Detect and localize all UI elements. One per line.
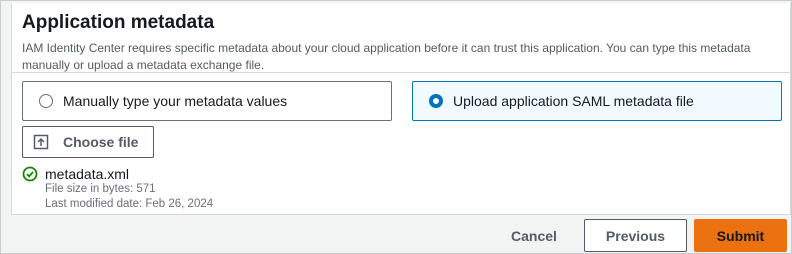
success-check-icon <box>22 166 38 182</box>
upload-option-label: Upload application SAML metadata file <box>453 93 694 109</box>
previous-button[interactable]: Previous <box>584 219 687 252</box>
file-name: metadata.xml <box>45 166 130 182</box>
submit-button[interactable]: Submit <box>694 219 787 252</box>
metadata-panel: Application metadata IAM Identity Center… <box>11 3 791 215</box>
choose-file-label: Choose file <box>63 134 139 150</box>
page-background: Application metadata IAM Identity Center… <box>0 0 792 254</box>
panel-header: Application metadata IAM Identity Center… <box>12 3 790 73</box>
panel-description: IAM Identity Center requires specific me… <box>22 41 751 72</box>
upload-metadata-option[interactable]: Upload application SAML metadata file <box>412 81 782 121</box>
choose-file-button[interactable]: Choose file <box>22 126 154 158</box>
upload-icon <box>33 134 49 150</box>
manual-radio-button[interactable] <box>39 94 53 108</box>
cancel-button[interactable]: Cancel <box>493 219 575 252</box>
file-last-modified: Last modified date: Feb 26, 2024 <box>45 198 214 210</box>
upload-radio-button[interactable] <box>429 94 443 108</box>
panel-title: Application metadata <box>22 12 215 33</box>
manual-option-label: Manually type your metadata values <box>63 93 288 109</box>
manual-metadata-option[interactable]: Manually type your metadata values <box>22 81 392 121</box>
file-size: File size in bytes: 571 <box>45 183 156 195</box>
uploaded-file-info: metadata.xml File size in bytes: 571 Las… <box>22 166 213 212</box>
